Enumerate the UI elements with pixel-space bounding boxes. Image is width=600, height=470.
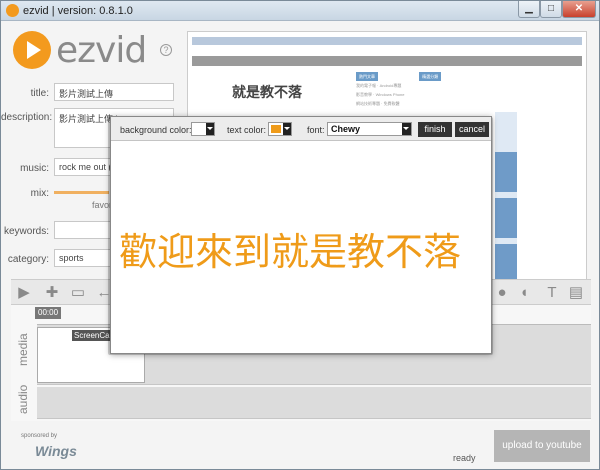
text-icon[interactable]: T [543,284,561,302]
preview-sidebar-block [495,244,517,284]
music-label: music: [20,163,49,174]
upload-to-youtube-button[interactable]: upload to youtube [494,430,590,462]
title-label: title: [30,88,49,99]
background-color-picker[interactable] [191,122,215,136]
slide-text[interactable]: 歡迎來到就是教不落 [119,221,485,276]
finish-button[interactable]: finish [418,122,452,137]
cancel-button[interactable]: cancel [455,122,489,137]
preview-col1-item: 網站技術專題 [356,101,380,106]
preview-col2-item: Windows Phone [375,92,405,97]
category-label: category: [7,254,49,265]
maximize-button[interactable]: □ [540,1,562,18]
title-field[interactable]: 影片測試上傳 [54,83,174,101]
audio-track[interactable] [37,387,591,419]
keywords-label: keywords: [3,226,49,237]
preview-col1-header: 熱門文章 [356,72,378,81]
mix-label: mix: [30,188,49,199]
background-color-swatch [194,125,204,133]
preview-site-logo: 就是教不落 [232,84,302,100]
play-icon[interactable]: ▶ [15,284,33,302]
chevron-down-icon [283,123,291,135]
text-color-label: text color: [227,125,267,135]
preview-col2-item: 免費軟體 [383,101,400,106]
app-window: ezvid | version: 0.8.1.0 ▁ □ ✕ ezvid ? t… [0,0,600,470]
minimize-button[interactable]: ▁ [518,1,540,18]
play-logo-icon [13,31,51,69]
close-button[interactable]: ✕ [562,1,596,18]
preview-col1-item: 我的電子報 [356,83,376,88]
app-icon [6,4,19,17]
window-title: ezvid | version: 0.8.1.0 [23,5,133,17]
preview-col2-item: Android專題 [379,83,402,88]
mix-slider[interactable] [54,191,109,194]
sponsor-logo[interactable]: Wings [35,443,77,459]
font-label: font: [307,125,325,135]
preview-col2-header: 精選分類 [419,72,442,81]
dialog-toolbar: background color: text color: font: Chew… [111,117,491,141]
text-color-swatch [271,125,281,133]
open-folder-icon[interactable]: ▭ [69,284,87,302]
preview-sidebar-block [495,152,517,192]
title-bar: ezvid | version: 0.8.1.0 ▁ □ ✕ [1,1,599,21]
chevron-down-icon [206,123,214,135]
description-label: description: [1,112,53,123]
time-indicator: 00:00 [35,307,62,319]
chevron-down-icon [402,123,411,135]
add-media-icon[interactable]: ✚ [43,284,61,302]
voice-icon[interactable]: ◖ [515,284,533,302]
status-text: ready [453,453,476,463]
font-select[interactable]: Chewy [327,122,412,136]
sponsor-label: sponsored by [21,433,58,439]
font-value: Chewy [331,124,361,134]
audio-track-label: audio [16,384,30,414]
preview-sidebar [495,112,517,292]
text-color-picker[interactable] [268,122,292,136]
text-slide-dialog: background color: text color: font: Chew… [110,116,492,354]
filmstrip-icon[interactable]: ▤ [567,284,585,302]
preview-columns: 熱門文章 精選分類 我的電子報 · Android專題 影音教學 · Windo… [356,72,516,108]
logo-text: ezvid [56,30,147,71]
preview-header-band [192,37,582,45]
microphone-icon[interactable]: ● [493,284,511,302]
preview-col1-item: 影音教學 [356,92,372,97]
help-icon[interactable]: ? [160,44,172,56]
background-color-label: background color: [120,125,192,135]
preview-sidebar-block [495,198,517,238]
media-track-label: media [16,333,30,366]
preview-nav-band [192,56,582,66]
